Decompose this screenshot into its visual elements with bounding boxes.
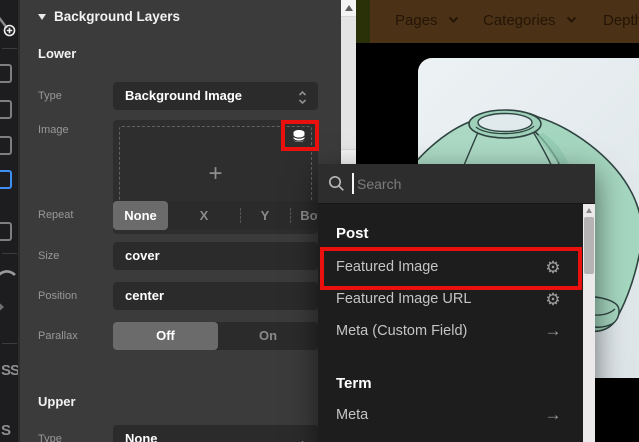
- upper-type-select[interactable]: None: [113, 425, 318, 442]
- parallax-option-off[interactable]: Off: [113, 322, 218, 350]
- toolbar-divider: [2, 253, 17, 254]
- arrow-right-icon[interactable]: →: [543, 322, 563, 339]
- parallax-option-on[interactable]: On: [218, 322, 318, 350]
- search-icon: [328, 175, 344, 191]
- image-label: Image: [38, 124, 69, 136]
- upper-type-label: Type: [38, 433, 62, 442]
- dynamic-data-dropdown: Post Featured Image ⚙ Featured Image URL…: [318, 164, 595, 442]
- item-term-meta[interactable]: Meta: [336, 407, 368, 423]
- add-element-icon[interactable]: [0, 14, 18, 38]
- background-layers-panel: Background Layers Lower Type Background …: [22, 0, 341, 442]
- section-icon[interactable]: [0, 222, 12, 241]
- chevron-down-icon: [448, 10, 459, 27]
- lower-heading: Lower: [38, 46, 77, 61]
- size-label: Size: [38, 250, 60, 262]
- panel-title: Background Layers: [54, 9, 181, 24]
- scroll-up-arrow-icon[interactable]: [586, 208, 592, 213]
- repeat-option-y[interactable]: Y: [240, 201, 290, 230]
- nav-pages[interactable]: Pages: [395, 12, 459, 29]
- dropdown-search-bar[interactable]: [318, 164, 595, 204]
- item-meta-custom-field[interactable]: Meta (Custom Field): [336, 323, 467, 339]
- group-header-post: Post: [336, 225, 369, 242]
- div-icon[interactable]: [0, 136, 12, 155]
- scrollbar-thumb[interactable]: [341, 16, 356, 150]
- settings-panel-icon[interactable]: S: [1, 422, 11, 439]
- toolbar-divider: [2, 343, 17, 344]
- group-header-term: Term: [336, 375, 372, 392]
- container-icon[interactable]: [0, 64, 12, 83]
- nav-depth[interactable]: Depth: [603, 12, 639, 29]
- item-featured-image-url[interactable]: Featured Image URL: [336, 291, 471, 307]
- repeat-option-x[interactable]: X: [168, 201, 240, 230]
- upper-type-value: None: [125, 431, 158, 442]
- parallax-label: Parallax: [38, 330, 78, 342]
- chevron-down-icon: [566, 10, 577, 27]
- gear-icon[interactable]: ⚙: [543, 291, 563, 308]
- scrollbar-thumb[interactable]: [584, 217, 594, 274]
- chevron-up-icon: [297, 429, 308, 442]
- active-element-icon[interactable]: [0, 170, 12, 189]
- collapse-caret-icon: [38, 14, 46, 20]
- toolbar-divider: [2, 48, 17, 49]
- panel-section-toggle[interactable]: Background Layers: [38, 9, 180, 24]
- position-label: Position: [38, 290, 78, 302]
- add-image-button[interactable]: +: [113, 162, 318, 186]
- arrow-right-icon[interactable]: →: [543, 406, 563, 423]
- left-toolbar: SS S: [0, 0, 20, 442]
- parallax-segmented-control: Off On: [113, 322, 318, 350]
- dropdown-scrollbar[interactable]: [583, 204, 595, 442]
- block-icon[interactable]: [0, 100, 12, 119]
- size-value: cover: [125, 248, 160, 263]
- type-label: Type: [38, 90, 62, 102]
- type-select[interactable]: Background Image: [113, 82, 318, 110]
- admin-bar-logo-area: [356, 0, 370, 43]
- text-cursor: [352, 173, 354, 194]
- undo-icon[interactable]: [0, 266, 18, 284]
- play-preview-icon[interactable]: [0, 297, 4, 317]
- position-input[interactable]: center: [113, 282, 318, 310]
- repeat-label: Repeat: [38, 209, 74, 221]
- upper-heading: Upper: [38, 394, 76, 409]
- search-input[interactable]: [355, 164, 555, 204]
- page-builder-app: SS S Background Layers Lower Type Backgr…: [0, 0, 639, 442]
- repeat-segmented-control: None X Y Both: [113, 201, 330, 230]
- chevron-updown-icon: [297, 88, 308, 116]
- type-value: Background Image: [125, 88, 243, 103]
- css-panel-icon[interactable]: SS: [1, 362, 18, 379]
- repeat-option-none[interactable]: None: [113, 201, 168, 230]
- nav-categories[interactable]: Categories: [483, 12, 577, 29]
- frontend-nav-bar: Pages Categories Depth: [370, 0, 639, 43]
- position-value: center: [125, 288, 165, 303]
- annotation-highlight-featured-image: [320, 247, 582, 290]
- scroll-up-arrow-icon[interactable]: [345, 5, 353, 11]
- size-input[interactable]: cover: [113, 242, 318, 270]
- annotation-highlight-database-icon: [281, 120, 319, 151]
